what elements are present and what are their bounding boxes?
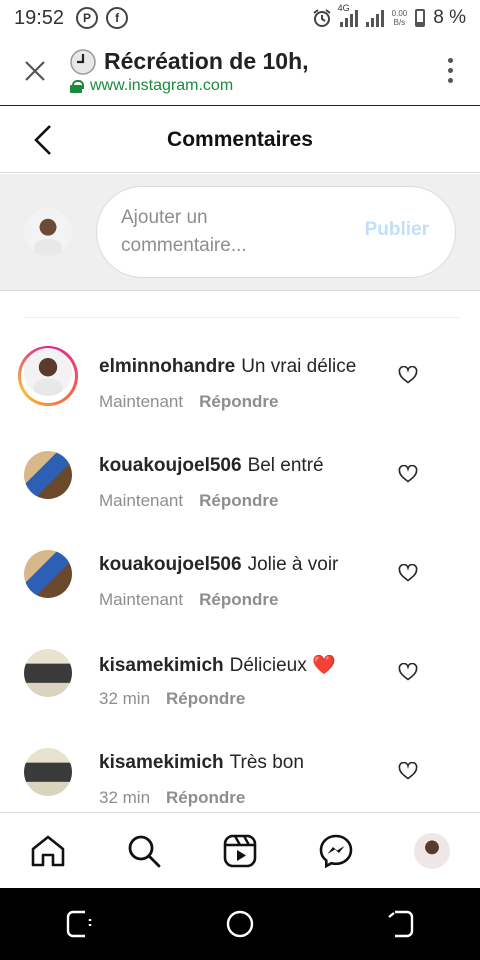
url-text: www.instagram.com	[90, 77, 234, 94]
nav-profile-button[interactable]	[410, 829, 454, 873]
network-speed: 0.00 B/s	[391, 9, 408, 27]
tab-title: Récréation de 10h,	[104, 48, 309, 74]
browser-menu-button[interactable]	[420, 58, 480, 83]
heart-icon[interactable]	[398, 762, 418, 780]
heart-icon[interactable]	[398, 366, 418, 384]
bottom-nav	[0, 812, 480, 888]
search-icon	[128, 835, 161, 867]
comment-username[interactable]: kisamekimich	[99, 655, 224, 676]
comment-time: 32 min	[99, 788, 151, 807]
comment-item: elminnohandre Un vrai délice Maintenant Ré…	[0, 318, 480, 417]
reply-button[interactable]: Répondre	[199, 491, 278, 510]
comment-item: kisamekimich Très bon 32 min Répondre	[0, 714, 480, 812]
comment-time: Maintenant	[99, 392, 184, 411]
heart-icon[interactable]	[398, 663, 418, 681]
comment-input[interactable]: Ajouter un commentaire... Publier	[96, 186, 456, 278]
heart-icon[interactable]	[398, 465, 418, 483]
comment-text: Très bon	[229, 752, 304, 773]
commenter-avatar[interactable]	[24, 348, 72, 396]
commenter-avatar[interactable]	[24, 649, 72, 697]
more-vertical-icon	[447, 58, 453, 63]
nav-search-button[interactable]	[122, 829, 166, 873]
comment-text: Jolie à voir	[247, 554, 339, 575]
battery-percent: 8 %	[433, 7, 466, 28]
page-title: Commentaires	[167, 127, 313, 151]
recent-apps-button[interactable]	[65, 909, 95, 939]
home-nav-button[interactable]	[225, 909, 255, 939]
comment-time: Maintenant	[99, 590, 184, 609]
url-block[interactable]: Récréation de 10h, www.instagram.com	[70, 46, 420, 95]
reply-button[interactable]: Répondre	[166, 788, 245, 807]
reply-button[interactable]: Répondre	[166, 689, 245, 708]
my-avatar	[24, 208, 72, 256]
reels-icon	[223, 834, 257, 867]
comment-list: elminnohandre Un vrai délice Maintenant Ré…	[0, 318, 480, 812]
comment-username[interactable]: kouakoujoel506	[99, 554, 242, 575]
comment-username[interactable]: elminnohandre	[99, 356, 235, 377]
back-button[interactable]	[30, 123, 60, 157]
comment-username[interactable]: kouakoujoel506	[99, 455, 242, 476]
close-tab-button[interactable]	[0, 36, 70, 106]
nav-home-button[interactable]	[26, 829, 70, 873]
close-icon	[25, 60, 45, 81]
heart-icon[interactable]	[398, 564, 418, 582]
lock-icon	[70, 79, 84, 93]
comment-time: 32 min	[99, 689, 151, 708]
browser-bar: Récréation de 10h, www.instagram.com	[0, 36, 480, 106]
commenter-avatar[interactable]	[24, 748, 72, 796]
status-time: 19:52	[14, 6, 65, 29]
comment-username[interactable]: kisamekimich	[99, 752, 224, 773]
messenger-icon	[319, 834, 353, 868]
comment-text: Délicieux ❤️	[229, 655, 336, 676]
comment-placeholder: Ajouter un commentaire...	[121, 207, 247, 256]
comment-text: Un vrai délice	[241, 356, 357, 377]
app-notification-icon: P	[76, 7, 99, 29]
nav-messenger-button[interactable]	[314, 829, 358, 873]
reply-button[interactable]: Répondre	[199, 590, 278, 609]
comment-text: Bel entré	[247, 455, 324, 476]
android-nav-bar	[0, 888, 480, 960]
page-header: Commentaires	[0, 107, 480, 173]
back-nav-button[interactable]	[385, 909, 415, 939]
comment-item: kouakoujoel506 Jolie à voir Maintenant Rép…	[0, 516, 480, 615]
reply-button[interactable]: Répondre	[199, 392, 278, 411]
comment-item: kisamekimich Délicieux ❤️ 32 min Répondre	[0, 615, 480, 714]
status-bar: 19:52 P f 4G 0.00 B/s 8 %	[0, 0, 480, 36]
signal-icon	[365, 9, 384, 27]
publish-button[interactable]: Publier	[365, 219, 429, 241]
facebook-notification-icon: f	[106, 7, 129, 29]
comment-time: Maintenant	[99, 491, 184, 510]
commenter-avatar[interactable]	[24, 451, 72, 499]
comment-item: kouakoujoel506 Bel entré Maintenant Répond…	[0, 417, 480, 516]
profile-avatar	[414, 832, 450, 869]
signal-4g-icon: 4G	[338, 3, 358, 27]
alarm-icon	[313, 9, 331, 27]
nav-reels-button[interactable]	[218, 829, 262, 873]
commenter-avatar[interactable]	[24, 550, 72, 598]
home-icon	[31, 835, 65, 866]
comment-composer: Ajouter un commentaire... Publier	[0, 174, 480, 291]
battery-icon	[415, 9, 426, 27]
clock-emoji-icon	[70, 48, 96, 75]
